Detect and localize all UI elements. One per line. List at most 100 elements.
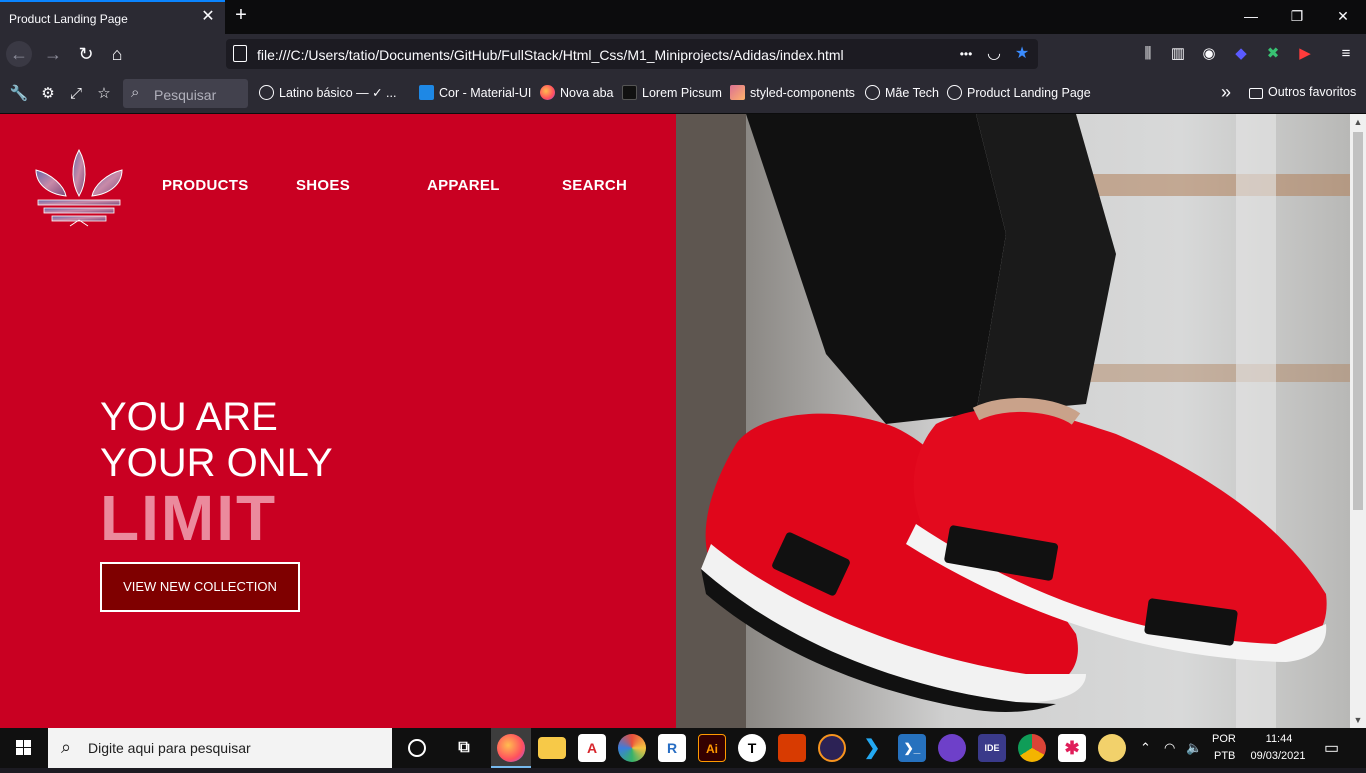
bookmark-product-landing-page[interactable]: Product Landing Page — [947, 85, 1091, 103]
davinci-resolve-icon[interactable] — [618, 734, 646, 762]
bookmark-mae-tech[interactable]: Mãe Tech — [865, 85, 939, 103]
other-bookmarks-label: Outros favoritos — [1268, 85, 1357, 99]
bookmark-star-icon[interactable]: ★ — [1011, 43, 1033, 65]
folder-icon — [1249, 88, 1263, 99]
page-actions-icon[interactable]: ••• — [955, 43, 977, 65]
menu-icon[interactable]: ≡ — [1334, 42, 1358, 66]
forward-button[interactable]: → — [40, 41, 66, 67]
keyboard-layout[interactable]: PTB — [1214, 750, 1235, 762]
pocket-icon[interactable]: ◡ — [983, 43, 1005, 65]
vscode-icon[interactable]: ❯ — [858, 734, 886, 762]
bookmark-label: Mãe Tech — [885, 86, 939, 100]
globe-icon — [865, 85, 880, 100]
close-window-button[interactable]: ✕ — [1333, 6, 1353, 26]
r-studio-icon[interactable]: R — [658, 734, 686, 762]
clock-date[interactable]: 09/03/2021 — [1248, 750, 1308, 762]
eclipse-icon[interactable] — [818, 734, 846, 762]
restore-button[interactable]: ❐ — [1287, 6, 1307, 26]
gear-icon[interactable]: ⚙ — [37, 83, 59, 105]
close-tab-icon[interactable]: ✕ — [198, 7, 218, 27]
account-icon[interactable]: ◉ — [1197, 42, 1221, 66]
extension-shield-icon[interactable]: ◆ — [1229, 42, 1253, 66]
hero-line-1: YOU ARE — [100, 395, 278, 439]
file-explorer-icon[interactable] — [538, 737, 566, 759]
hero-image — [676, 114, 1350, 728]
other-bookmarks-folder[interactable]: Outros favoritos — [1249, 85, 1356, 103]
wrench-icon[interactable]: 🔧 — [8, 83, 30, 105]
library-icon[interactable]: ⫼ — [1136, 42, 1160, 66]
extension-tools-icon[interactable]: ✖ — [1261, 42, 1285, 66]
bookmark-styled-components[interactable]: styled-components — [730, 85, 855, 103]
new-tab-button[interactable]: + — [231, 5, 251, 25]
volume-icon[interactable]: 🔈 — [1186, 740, 1202, 756]
paint-icon[interactable] — [1098, 734, 1126, 762]
bookmark-label: Product Landing Page — [967, 86, 1091, 100]
globe-icon — [259, 85, 274, 100]
taskbar-search-input[interactable]: ⌕ Digite aqui para pesquisar — [48, 728, 392, 768]
reload-icon[interactable]: ↻ — [73, 41, 99, 67]
view-collection-button[interactable]: VIEW NEW COLLECTION — [100, 562, 300, 612]
tab-title: Product Landing Page — [9, 12, 128, 26]
minimize-button[interactable]: — — [1241, 6, 1261, 26]
taskbar-search-placeholder: Digite aqui para pesquisar — [88, 740, 251, 756]
page-icon — [233, 45, 247, 62]
powershell-icon[interactable]: ❯_ — [898, 734, 926, 762]
clock-time[interactable]: 11:44 — [1264, 733, 1294, 745]
back-button[interactable]: ← — [6, 41, 32, 67]
language-indicator[interactable]: POR — [1212, 733, 1236, 745]
tab-strip: Product Landing Page ✕ + — ❐ ✕ — [0, 0, 1366, 34]
nav-apparel[interactable]: APPAREL — [427, 177, 500, 194]
illustrator-icon[interactable]: Ai — [698, 734, 726, 762]
extension-youtube-icon[interactable]: ▶ — [1293, 42, 1317, 66]
office-icon[interactable] — [778, 734, 806, 762]
bookmarks-overflow-icon[interactable]: » — [1221, 82, 1231, 102]
bookmark-label: Cor - Material-UI — [439, 86, 532, 100]
material-ui-icon — [419, 85, 434, 100]
github-desktop-icon[interactable] — [938, 734, 966, 762]
url-text[interactable]: file:///C:/Users/tatio/Documents/GitHub/… — [257, 47, 844, 63]
bookmarks-toolbar: 🔧 ⚙ ⤢ ☆ ⌕ Pesquisar Latino básico — ✓ ..… — [0, 74, 1366, 114]
scroll-down-icon[interactable]: ▼ — [1350, 712, 1366, 728]
hero-panel: PRODUCTS SHOES APPAREL SEARCH YOU ARE YO… — [0, 114, 676, 728]
scrollbar-thumb[interactable] — [1353, 132, 1363, 510]
taskbar: ⌕ Digite aqui para pesquisar ⧉ A R Ai T … — [0, 728, 1366, 768]
address-bar[interactable]: file:///C:/Users/tatio/Documents/GitHub/… — [226, 39, 1038, 69]
wifi-icon[interactable]: ◠ — [1164, 740, 1175, 756]
bookmark-material-ui[interactable]: Cor - Material-UI — [419, 85, 531, 103]
bookmark-label: styled-components — [750, 86, 855, 100]
bookmark-lorem-picsum[interactable]: Lorem Picsum — [622, 85, 722, 103]
bookmarks-search-input[interactable]: ⌕ Pesquisar — [123, 79, 248, 108]
home-icon[interactable]: ⌂ — [104, 41, 130, 67]
start-button[interactable] — [0, 728, 48, 768]
adobe-acrobat-icon[interactable]: A — [578, 734, 606, 762]
nav-search[interactable]: SEARCH — [562, 177, 627, 194]
vertical-scrollbar[interactable]: ▲ ▼ — [1350, 114, 1366, 728]
bookmark-latino-basico[interactable]: Latino básico — ✓ ... — [259, 85, 396, 103]
sidebar-icon[interactable]: ▥ — [1166, 42, 1190, 66]
navigation-toolbar: ← → ↻ ⌂ file:///C:/Users/tatio/Documents… — [0, 34, 1366, 74]
firefox-icon[interactable] — [497, 734, 525, 762]
expand-icon[interactable]: ⤢ — [65, 83, 87, 105]
typora-icon[interactable]: T — [738, 734, 766, 762]
tray-overflow-icon[interactable]: ⌃ — [1140, 740, 1151, 756]
nav-products[interactable]: PRODUCTS — [162, 177, 249, 194]
adidas-logo[interactable] — [30, 148, 128, 233]
bookmark-nova-aba[interactable]: Nova aba — [540, 85, 614, 103]
active-tab[interactable]: Product Landing Page ✕ — [0, 0, 225, 34]
task-view-icon[interactable]: ⧉ — [450, 734, 478, 762]
scroll-up-icon[interactable]: ▲ — [1350, 114, 1366, 130]
picsum-icon — [622, 85, 637, 100]
cortana-icon[interactable] — [408, 739, 426, 757]
notifications-icon[interactable]: ▭ — [1324, 738, 1339, 758]
globe-icon — [947, 85, 962, 100]
nav-shoes[interactable]: SHOES — [296, 177, 350, 194]
firefox-icon — [540, 85, 555, 100]
styled-components-icon — [730, 85, 745, 100]
slack-icon[interactable]: ✱ — [1058, 734, 1086, 762]
star-outline-icon[interactable]: ☆ — [93, 83, 115, 105]
windows-logo-icon — [16, 740, 31, 755]
chrome-icon[interactable] — [1018, 734, 1046, 762]
bee-ide-icon[interactable]: IDE — [978, 734, 1006, 762]
hero-highlight: LIMIT — [100, 482, 278, 554]
search-icon: ⌕ — [131, 84, 140, 101]
